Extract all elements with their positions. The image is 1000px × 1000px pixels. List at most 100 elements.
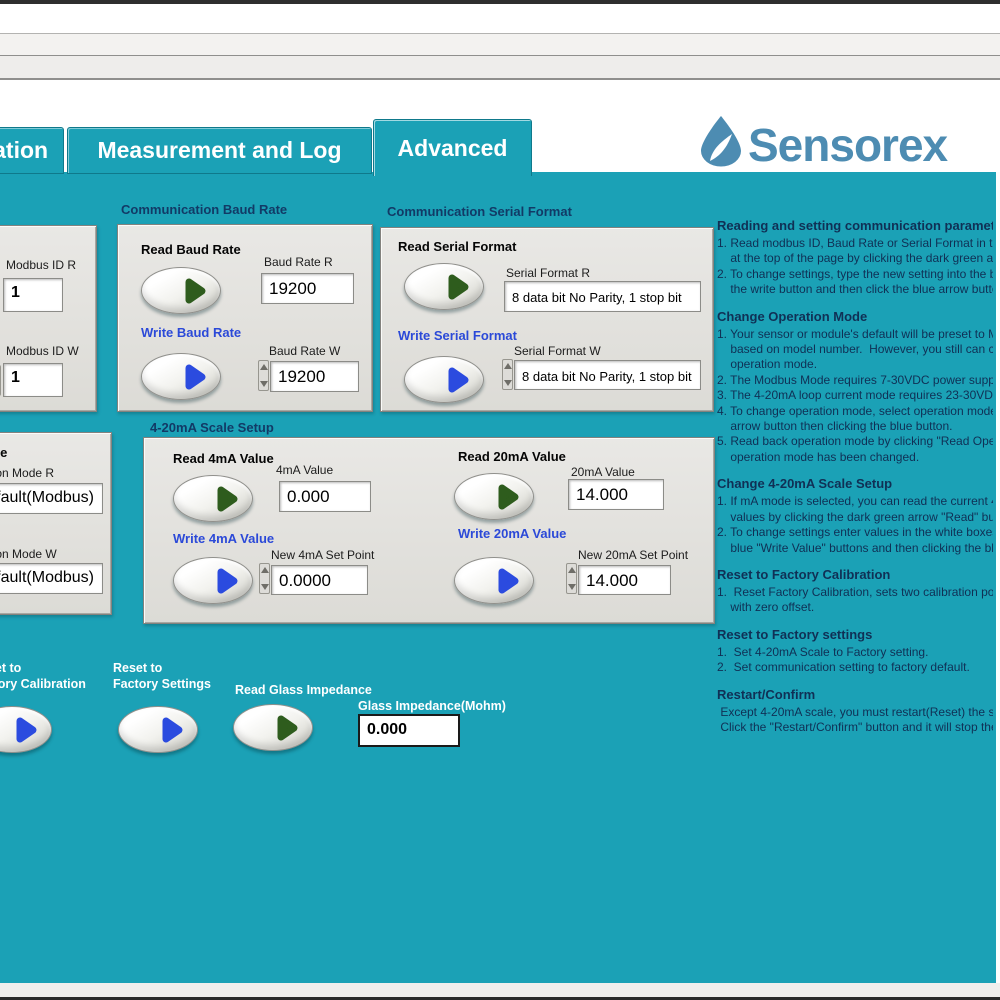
write-baud-rate-button[interactable] [141, 353, 221, 400]
spinner-down-icon[interactable] [260, 381, 268, 387]
read-serial-format-label: Read Serial Format [398, 239, 517, 254]
baud-rate-r-value: 19200 [261, 273, 354, 304]
write-4ma-label: Write 4mA Value [173, 531, 274, 546]
instruction-line: based on model number. However, you stil… [717, 342, 993, 357]
instruction-heading: Reading and setting communication parame… [717, 218, 993, 233]
green-arrow-icon [183, 276, 209, 306]
label-line: Reset to [113, 660, 211, 676]
serial-format-r-value: 8 data bit No Parity, 1 stop bit [504, 281, 701, 312]
new-20ma-setpoint-label: New 20mA Set Point [578, 548, 688, 562]
blue-arrow-icon [496, 566, 522, 596]
read-4ma-button[interactable] [173, 475, 253, 522]
baud-rate-w-spinner[interactable] [258, 360, 269, 391]
serial-format-r-label: Serial Format R [506, 266, 590, 280]
instruction-line: at the top of the page by clicking the d… [717, 251, 993, 266]
instruction-section: Change Operation Mode1. Your sensor or m… [717, 309, 993, 466]
operation-mode-w-label: Operation Mode W [0, 547, 57, 561]
title-bar-strip [0, 0, 1000, 4]
blue-arrow-icon [215, 566, 241, 596]
instruction-heading: Change 4-20mA Scale Setup [717, 476, 993, 491]
read-4ma-label: Read 4mA Value [173, 451, 274, 466]
spinner-up-icon[interactable] [568, 567, 576, 573]
read-operation-mode-label: Read Operation Mode [0, 445, 7, 460]
instruction-line: Except 4-20mA scale, you must restart(Re… [717, 705, 993, 720]
modbus-id-w-input[interactable]: 1 [3, 363, 63, 397]
instruction-line: 2. Set communication setting to factory … [717, 660, 993, 675]
read-20ma-label: Read 20mA Value [458, 449, 566, 464]
tab-advanced[interactable]: Advanced [373, 119, 532, 176]
new-4ma-spinner[interactable] [259, 563, 270, 594]
instruction-section: Reset to Factory settings1. Set 4-20mA S… [717, 627, 993, 676]
write-serial-format-button[interactable] [404, 356, 484, 403]
instruction-section: Restart/Confirm Except 4-20mA scale, you… [717, 687, 993, 736]
20ma-value-label: 20mA Value [571, 465, 635, 479]
instruction-line: operation mode. [717, 357, 993, 372]
brand-name: Sensorex [748, 118, 947, 172]
blue-arrow-icon [446, 365, 472, 395]
reset-factory-settings-button[interactable] [118, 706, 198, 753]
instruction-line: 1. If mA mode is selected, you can read … [717, 494, 993, 509]
instruction-line: values by clicking the dark green arrow … [717, 510, 993, 525]
instruction-line: 1. Reset Factory Calibration, sets two c… [717, 585, 993, 600]
label-line: Factory Settings [113, 676, 211, 692]
blue-arrow-icon [160, 715, 186, 745]
tab-calibration[interactable]: Calibration [0, 127, 64, 174]
spinner-down-icon[interactable] [568, 584, 576, 590]
read-serial-format-button[interactable] [404, 263, 484, 310]
spinner-down-icon[interactable] [261, 584, 269, 590]
new-20ma-setpoint-input[interactable]: 14.000 [578, 565, 671, 595]
4ma-value-label: 4mA Value [276, 463, 333, 477]
glass-impedance-field-label: Glass Impedance(Mohm) [358, 698, 506, 714]
baud-rate-w-input[interactable]: 19200 [270, 361, 359, 392]
instruction-line: 2. To change settings enter values in th… [717, 525, 993, 540]
new-4ma-setpoint-label: New 4mA Set Point [271, 548, 374, 562]
tab-label: Calibration [0, 137, 48, 164]
operation-mode-r-label: Operation Mode R [0, 466, 54, 480]
advanced-settings-page: Calibration Measurement and Log Advanced… [0, 0, 1000, 1000]
spinner-up-icon[interactable] [504, 363, 512, 369]
read-20ma-button[interactable] [454, 473, 534, 520]
operation-mode-panel: Read Operation Mode Operation Mode R Def… [0, 432, 112, 615]
spinner-up-icon[interactable] [260, 364, 268, 370]
read-glass-impedance-button[interactable] [233, 704, 313, 751]
new-4ma-setpoint-input[interactable]: 0.0000 [271, 565, 368, 595]
operation-mode-w-input[interactable]: Default(Modbus) [0, 563, 103, 594]
serial-format-w-spinner[interactable] [502, 359, 513, 390]
spinner-down-icon[interactable] [504, 380, 512, 386]
modbus-id-panel: Modbus ID R 1 Modbus ID W 1 [0, 225, 97, 412]
scale-setup-panel: Read 4mA Value 4mA Value 0.000 Write 4mA… [143, 437, 715, 624]
baud-rate-w-label: Baud Rate W [269, 344, 340, 358]
tab-label: Measurement and Log [97, 137, 341, 164]
green-arrow-icon [446, 272, 472, 302]
bottom-bar [0, 983, 1000, 997]
instruction-line: 1. Read modbus ID, Baud Rate or Serial F… [717, 236, 993, 251]
instruction-line: 4. To change operation mode, select oper… [717, 404, 993, 419]
instruction-line: blue "Write Value" buttons and then clic… [717, 541, 993, 556]
spinner-up-icon[interactable] [261, 567, 269, 573]
tab-measurement-and-log[interactable]: Measurement and Log [67, 127, 372, 174]
instruction-section: Reading and setting communication parame… [717, 218, 993, 298]
baud-rate-r-label: Baud Rate R [264, 255, 333, 269]
instruction-line: 3. The 4-20mA loop current mode requires… [717, 388, 993, 403]
instruction-line: 5. Read back operation mode by clicking … [717, 434, 993, 449]
modbus-id-r-label: Modbus ID R [6, 258, 76, 272]
instruction-line: 2. The Modbus Mode requires 7-30VDC powe… [717, 373, 993, 388]
new-20ma-spinner[interactable] [566, 563, 577, 594]
menu-bar [0, 33, 1000, 56]
write-20ma-button[interactable] [454, 557, 534, 604]
instruction-heading: Reset to Factory settings [717, 627, 993, 642]
instruction-line: the write button and then click the blue… [717, 282, 993, 297]
write-4ma-button[interactable] [173, 557, 253, 604]
tab-label: Advanced [398, 135, 508, 162]
serial-panel-title: Communication Serial Format [387, 204, 572, 219]
modbus-id-w-spinner[interactable] [0, 365, 1, 396]
read-baud-rate-button[interactable] [141, 267, 221, 314]
instruction-line: Click the "Restart/Confirm" button and i… [717, 720, 993, 735]
serial-format-w-input[interactable]: 8 data bit No Parity, 1 stop bit [514, 360, 701, 390]
baud-panel-title: Communication Baud Rate [121, 202, 287, 217]
baud-rate-panel: Read Baud Rate Baud Rate R 19200 Write B… [117, 224, 373, 412]
instruction-line: arrow button then clicking the blue butt… [717, 419, 993, 434]
read-baud-rate-label: Read Baud Rate [141, 242, 241, 257]
instruction-line: 2. To change settings, type the new sett… [717, 267, 993, 282]
right-edge [996, 172, 1000, 983]
